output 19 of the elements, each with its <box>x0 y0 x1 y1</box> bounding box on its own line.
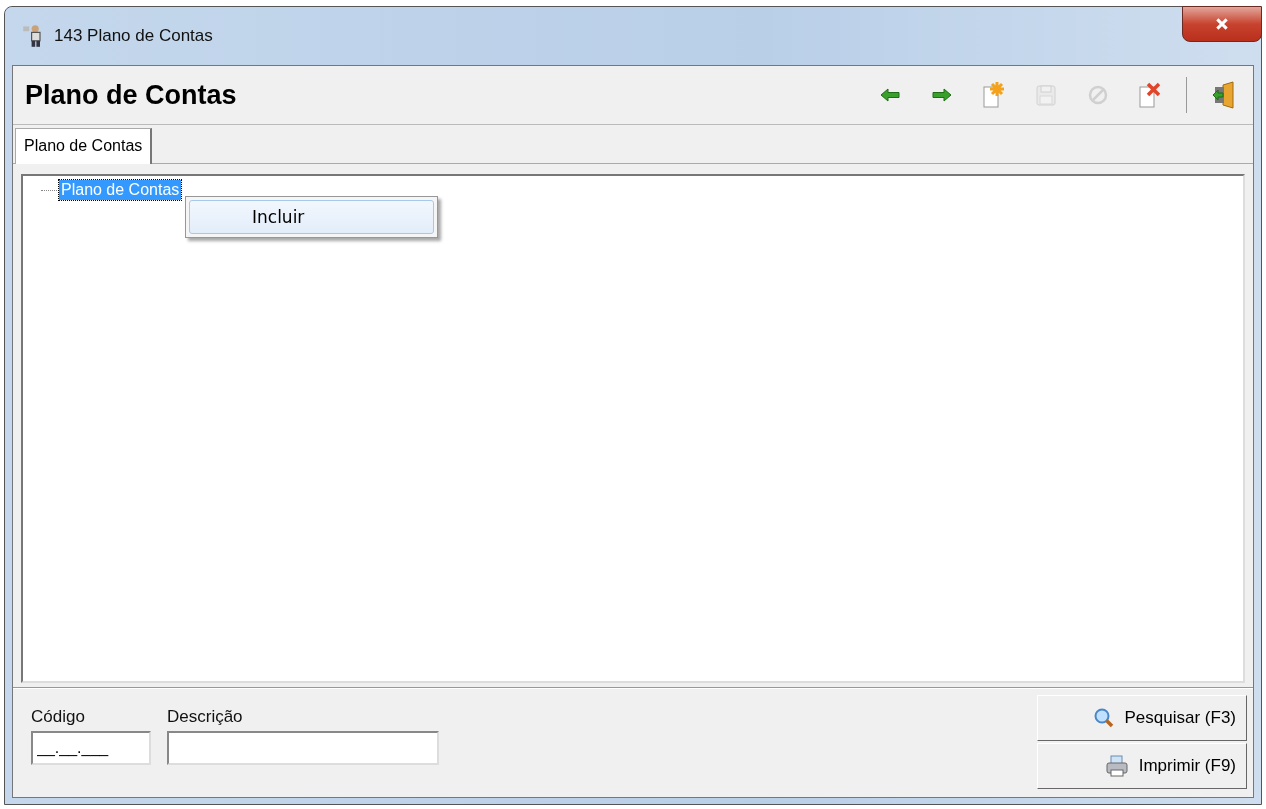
menu-item[interactable]: Incluir <box>189 200 434 234</box>
exit-door-icon <box>1211 81 1237 109</box>
toolbar-separator <box>1186 77 1187 113</box>
search-button[interactable]: Pesquisar (F3) <box>1037 695 1247 741</box>
form-title: Plano de Contas <box>25 79 237 111</box>
tab[interactable]: Plano de Contas <box>15 128 153 164</box>
window-title: 143 Plano de Contas <box>54 26 213 46</box>
close-icon <box>1215 17 1229 31</box>
print-button[interactable]: Imprimir (F9) <box>1037 743 1247 789</box>
printer-icon <box>1104 755 1129 777</box>
field-label: Código <box>31 707 86 727</box>
input-field[interactable] <box>167 731 439 765</box>
new-document-icon <box>982 81 1006 109</box>
search-icon <box>1092 707 1115 729</box>
close-button[interactable] <box>1182 6 1262 42</box>
input-field[interactable]: __.__.___ <box>31 731 151 765</box>
field-label: Descrição <box>167 707 244 727</box>
prohibited-icon <box>1086 83 1110 107</box>
delete-document-icon <box>1138 81 1162 109</box>
